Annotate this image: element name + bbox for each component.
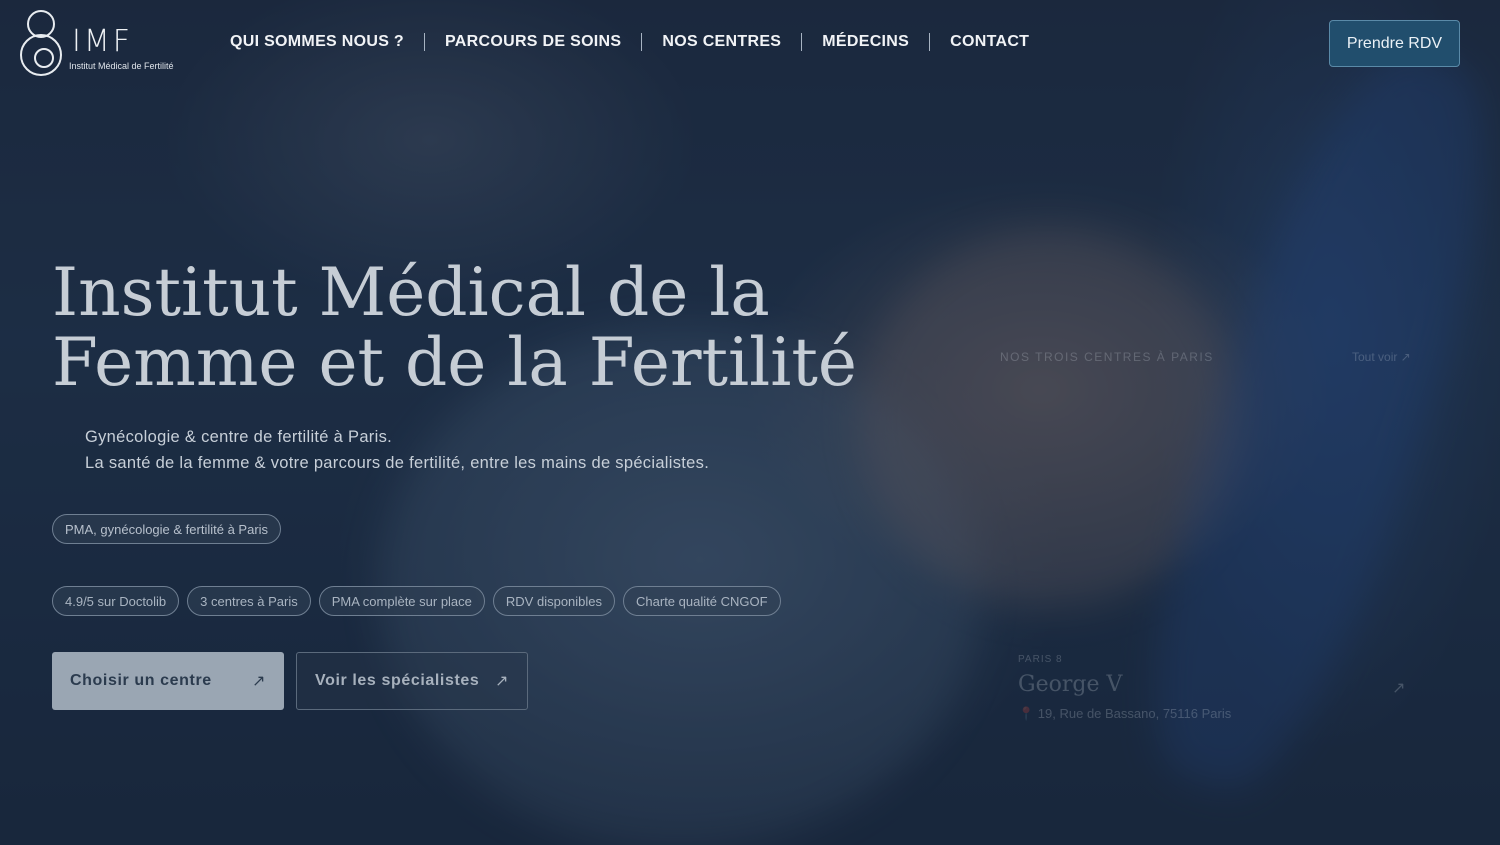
center-address: 📍 19, Rue de Bassano, 75116 Paris <box>1018 706 1232 721</box>
main-nav: QUI SOMMES NOUS ? PARCOURS DE SOINS NOS … <box>230 33 1029 51</box>
badge-pma: PMA complète sur place <box>318 586 485 616</box>
centers-card-faded: NOS TROIS CENTRES À PARIS Tout voir ↗ PA… <box>1000 340 1440 740</box>
badge-centres: 3 centres à Paris <box>187 586 311 616</box>
choisir-centre-label: Choisir un centre <box>70 672 212 689</box>
hero-subtitle-line-2: La santé de la femme & votre parcours de… <box>85 454 710 472</box>
centers-see-all-link[interactable]: Tout voir ↗ <box>1352 350 1411 364</box>
nav-item-qui-sommes-nous[interactable]: QUI SOMMES NOUS ? <box>230 33 404 51</box>
nav-divider <box>641 33 643 51</box>
hero-subtitle: Gynécologie & centre de fertilité à Pari… <box>85 424 845 476</box>
choisir-centre-button[interactable]: Choisir un centre ↗ <box>52 652 284 710</box>
nav-item-nos-centres[interactable]: NOS CENTRES <box>662 33 781 51</box>
logo-subtitle: Institut Médical de Fertilité <box>69 61 174 71</box>
hero-tag: PMA, gynécologie & fertilité à Paris <box>52 514 282 544</box>
nav-divider <box>424 33 425 51</box>
voir-specialistes-button[interactable]: Voir les spécialistes ↗ <box>296 652 528 710</box>
nav-item-parcours-de-soins[interactable]: PARCOURS DE SOINS <box>445 33 621 51</box>
arrow-up-right-icon: ↗ <box>494 673 509 690</box>
centers-card-heading: NOS TROIS CENTRES À PARIS <box>1000 350 1214 364</box>
logo[interactable]: IMF Institut Médical de Fertilité <box>20 10 195 78</box>
badge-doctolib-rating: 4.9/5 sur Doctolib <box>52 586 180 616</box>
center-name[interactable]: George V <box>1018 672 1122 697</box>
arrow-up-right-icon[interactable]: ↗ <box>1392 678 1405 698</box>
badge-cngof: Charte qualité CNGOF <box>623 586 781 616</box>
arrow-up-right-icon: ↗ <box>251 673 266 690</box>
hero-subtitle-line-1: Gynécologie & centre de fertilité à Pari… <box>85 428 392 446</box>
center-district-label: PARIS 8 <box>1018 654 1063 665</box>
badge-rdv: RDV disponibles <box>492 586 616 616</box>
hero-title-line-1: Institut Médical de la <box>52 254 770 331</box>
nav-divider <box>929 33 931 51</box>
nav-item-contact[interactable]: CONTACT <box>950 33 1029 51</box>
nav-divider <box>801 33 803 51</box>
hero-title-line-2: Femme et de la Fertilité <box>52 324 857 401</box>
site-header: IMF Institut Médical de Fertilité QUI SO… <box>0 0 1500 90</box>
prendre-rdv-button[interactable]: Prendre RDV <box>1329 20 1460 67</box>
logo-title: IMF <box>72 24 133 59</box>
trust-badges: 4.9/5 sur Doctolib 3 centres à Paris PMA… <box>52 586 781 616</box>
hero-title: Institut Médical de la Femme et de la Fe… <box>52 258 872 398</box>
voir-specialistes-label: Voir les spécialistes <box>315 672 480 689</box>
logo-mark-icon <box>20 10 64 76</box>
nav-item-medecins[interactable]: MÉDECINS <box>822 33 909 51</box>
